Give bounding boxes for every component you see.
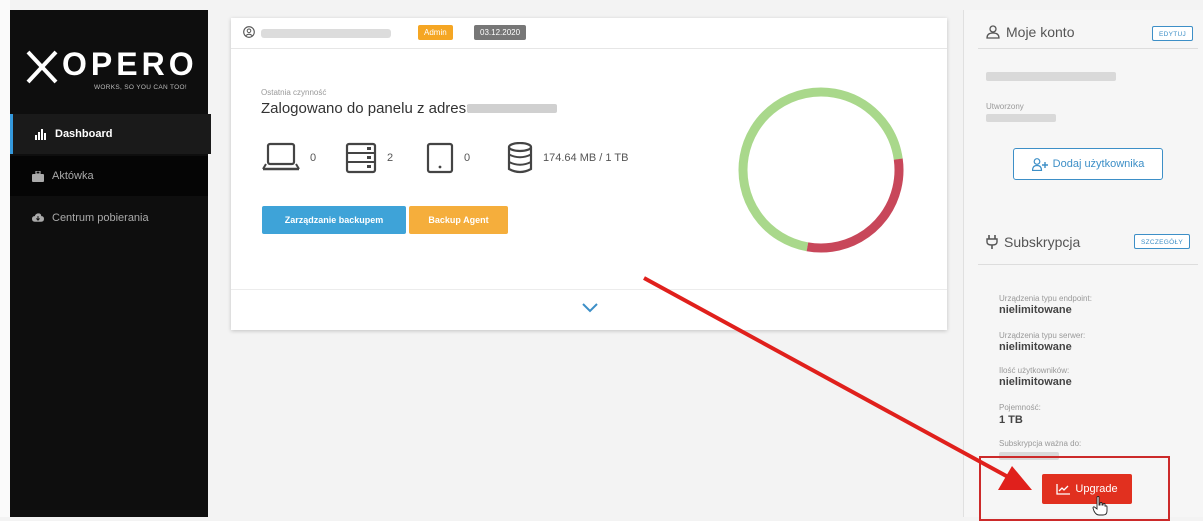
server-devices-label: Urządzenia typu serwer: bbox=[999, 331, 1086, 340]
card-header: Admin 03.12.2020 bbox=[231, 18, 947, 49]
subscription-title: Subskrypcja bbox=[986, 234, 1080, 250]
card-footer bbox=[231, 289, 947, 331]
page-margin bbox=[0, 0, 10, 517]
stat-value: 0 bbox=[464, 152, 471, 164]
right-panel: Moje konto EDYTUJ Utworzony Dodaj użytko… bbox=[963, 10, 1203, 517]
user-plus-icon bbox=[1031, 157, 1048, 171]
chevron-down-icon[interactable] bbox=[581, 302, 599, 314]
add-user-button[interactable]: Dodaj użytkownika bbox=[1013, 148, 1163, 180]
date-badge: 03.12.2020 bbox=[474, 25, 527, 40]
stat-laptops: 0 bbox=[262, 142, 316, 174]
user-circle-icon bbox=[243, 26, 255, 38]
stat-servers: 2 bbox=[345, 142, 393, 174]
tablet-icon bbox=[426, 142, 454, 174]
account-title: Moje konto bbox=[986, 24, 1074, 40]
last-activity-text: Zalogowano do panelu z adresu bbox=[261, 100, 475, 117]
sidebar-item-label: Dashboard bbox=[55, 128, 113, 140]
created-label: Utworzony bbox=[986, 102, 1024, 111]
sidebar-item-label: Centrum pobierania bbox=[52, 212, 149, 224]
chart-bars-icon bbox=[35, 128, 47, 140]
role-badge: Admin bbox=[418, 25, 453, 40]
donut-green-arc bbox=[738, 87, 904, 253]
storage-donut bbox=[738, 87, 904, 253]
stat-tablets: 0 bbox=[426, 142, 470, 174]
ip-address-redacted bbox=[467, 104, 557, 113]
divider bbox=[978, 264, 1198, 265]
users-count-label: Ilość użytkowników: bbox=[999, 366, 1070, 375]
stat-value: 2 bbox=[387, 152, 394, 164]
created-date-redacted bbox=[986, 114, 1056, 122]
laptop-icon bbox=[262, 142, 300, 171]
logo-tagline: WORKS, SO YOU CAN TOO! bbox=[94, 84, 187, 91]
stat-value: 174.64 MB / 1 TB bbox=[543, 152, 629, 164]
server-devices-value: nielimitowane bbox=[999, 341, 1072, 353]
logo-text: OPERO bbox=[62, 46, 198, 82]
backup-agent-button[interactable]: Backup Agent bbox=[409, 206, 508, 234]
cloud-download-icon bbox=[32, 212, 44, 224]
sidebar: OPERO WORKS, SO YOU CAN TOO! Dashboard A… bbox=[10, 10, 211, 517]
last-activity-label: Ostatnia czynność bbox=[261, 88, 327, 97]
donut-red-arc bbox=[738, 87, 904, 253]
sidebar-item-dashboard[interactable]: Dashboard bbox=[10, 114, 211, 154]
users-count-value: nielimitowane bbox=[999, 376, 1072, 388]
database-icon bbox=[507, 142, 533, 174]
upgrade-button[interactable]: Upgrade bbox=[1042, 474, 1132, 504]
account-email-redacted bbox=[986, 72, 1116, 81]
valid-until-label: Subskrypcja ważna do: bbox=[999, 439, 1082, 448]
stat-storage: 174.64 MB / 1 TB bbox=[507, 142, 628, 174]
plug-icon bbox=[986, 235, 998, 249]
trend-chart-icon bbox=[1056, 483, 1071, 495]
account-edit-button[interactable]: EDYTUJ bbox=[1152, 26, 1194, 41]
dashboard-card: Admin 03.12.2020 Ostatnia czynność Zalog… bbox=[231, 18, 947, 330]
sidebar-item-label: Aktówka bbox=[52, 170, 94, 182]
logo: OPERO WORKS, SO YOU CAN TOO! bbox=[26, 46, 206, 106]
briefcase-icon bbox=[32, 170, 44, 182]
backup-management-button[interactable]: Zarządzanie backupem bbox=[262, 206, 406, 234]
user-email-redacted bbox=[261, 29, 391, 38]
endpoint-devices-label: Urządzenia typu endpoint: bbox=[999, 294, 1092, 303]
sidebar-item-centrum-pobierania[interactable]: Centrum pobierania bbox=[10, 198, 208, 238]
subscription-details-button[interactable]: SZCZEGÓŁY bbox=[1134, 234, 1191, 249]
server-icon bbox=[345, 142, 377, 174]
user-icon bbox=[986, 25, 1000, 39]
hand-cursor-icon bbox=[1092, 496, 1108, 516]
logo-x-icon bbox=[26, 50, 58, 84]
capacity-value: 1 TB bbox=[999, 414, 1023, 426]
capacity-label: Pojemność: bbox=[999, 403, 1041, 412]
stat-value: 0 bbox=[310, 152, 317, 164]
endpoint-devices-value: nielimitowane bbox=[999, 304, 1072, 316]
sidebar-item-aktowka[interactable]: Aktówka bbox=[10, 156, 208, 196]
divider bbox=[978, 48, 1198, 49]
